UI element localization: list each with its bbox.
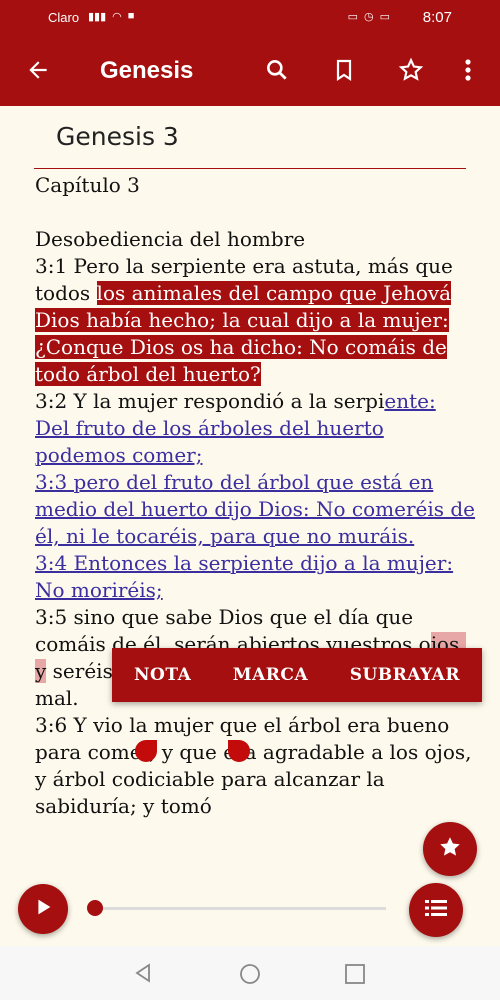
carrier-label: Claro	[48, 10, 80, 25]
book-title: Genesis 3	[56, 122, 179, 151]
section-heading: Desobediencia del hombre	[35, 227, 306, 251]
verse-6[interactable]: 3:6 Y vio la mujer que el árbol era buen…	[35, 712, 475, 820]
title-divider	[34, 168, 466, 169]
bookmark-icon[interactable]	[328, 54, 360, 86]
play-icon	[32, 896, 54, 923]
selection-end-handle[interactable]	[228, 740, 250, 762]
audio-progress-thumb[interactable]	[87, 900, 103, 916]
underlined-text[interactable]: 3:3 pero del fruto del árbol que está en…	[35, 470, 475, 548]
underline-button[interactable]: SUBRAYAR	[350, 665, 460, 685]
chapter-text[interactable]: Capítulo 3 Desobediencia del hombre 3:1 …	[35, 172, 475, 820]
nav-back-icon[interactable]	[132, 962, 154, 989]
star-icon	[437, 834, 463, 865]
verse-3[interactable]: 3:3 pero del fruto del árbol que está en…	[35, 469, 475, 550]
system-nav-bar	[0, 946, 500, 1000]
search-icon[interactable]	[261, 54, 293, 86]
app-bar: Genesis	[0, 34, 500, 106]
nav-home-icon[interactable]	[238, 962, 262, 991]
verse-1[interactable]: 3:1 Pero la serpiente era astuta, más qu…	[35, 253, 475, 388]
signal-icon: ▮▮▮	[88, 11, 107, 23]
chapter-label: Capítulo 3	[35, 173, 140, 197]
video-icon: ■	[127, 10, 135, 22]
battery-icon: ▭	[379, 11, 390, 23]
selection-start-handle[interactable]	[135, 740, 157, 762]
verse-4[interactable]: 3:4 Entonces la serpiente dijo a la muje…	[35, 550, 475, 604]
mark-button[interactable]: MARCA	[233, 665, 308, 685]
list-icon	[424, 897, 448, 924]
audio-progress-track[interactable]	[96, 907, 386, 910]
status-bar: Claro ▮▮▮ ◠ ■ ▭ ◷ ▭ 8:07	[0, 0, 500, 34]
arrow-left-icon[interactable]	[22, 54, 54, 86]
wifi-icon: ◠	[112, 11, 122, 23]
clock: 8:07	[422, 9, 452, 26]
cast-icon: ▭	[347, 11, 358, 23]
nav-recents-icon[interactable]	[344, 963, 366, 990]
note-button[interactable]: NOTA	[134, 665, 191, 685]
highlighted-text[interactable]: los animales del campo que Jehová Dios h…	[35, 281, 452, 386]
star-outline-icon[interactable]	[395, 54, 427, 86]
selection-menu: NOTA MARCA SUBRAYAR	[112, 648, 482, 702]
favorite-fab[interactable]	[423, 822, 477, 876]
play-button[interactable]	[18, 884, 68, 934]
verse-2[interactable]: 3:2 Y la mujer respondió a la serpiente:…	[35, 388, 475, 469]
reading-pane[interactable]: Genesis 3 Capítulo 3 Desobediencia del h…	[0, 106, 500, 946]
underlined-text[interactable]: 3:4 Entonces la serpiente dijo a la muje…	[35, 551, 453, 602]
chapter-list-button[interactable]	[409, 883, 463, 937]
page-title: Genesis	[100, 57, 194, 84]
alarm-icon: ◷	[363, 11, 374, 23]
more-vert-icon[interactable]	[452, 54, 484, 86]
